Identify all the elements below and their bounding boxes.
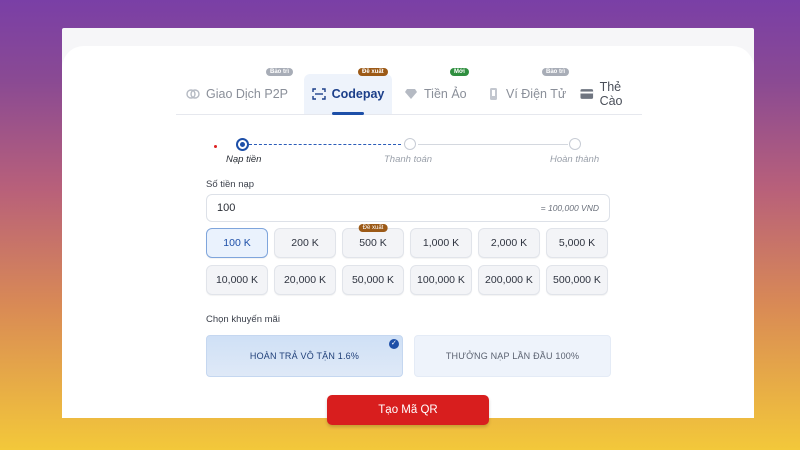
preset-label: 100,000 K xyxy=(417,274,465,286)
preset-2000k[interactable]: 2,000 K xyxy=(478,228,540,258)
p2p-coins-icon xyxy=(186,89,200,99)
recommended-badge: Đề xuất xyxy=(358,68,388,76)
step-complete-label: Hoàn thành xyxy=(550,154,600,165)
tab-ewallet[interactable]: Ví Điện Tử Bảo trì xyxy=(486,68,576,114)
preset-1000k[interactable]: 1,000 K xyxy=(410,228,472,258)
required-marker xyxy=(214,145,217,148)
tab-p2p[interactable]: Giao Dịch P2P Bảo trì xyxy=(186,68,298,114)
preset-50000k[interactable]: 50,000 K xyxy=(342,265,404,295)
preset-5000k[interactable]: 5,000 K xyxy=(546,228,608,258)
maintenance-badge: Bảo trì xyxy=(542,68,570,76)
recommended-badge: Đề xuất xyxy=(358,224,388,232)
preset-label: 20,000 K xyxy=(283,274,327,286)
preset-10000k[interactable]: 10,000 K xyxy=(206,265,268,295)
promo-option-label: HOÀN TRẢ VÔ TẬN 1.6% xyxy=(249,351,360,361)
preset-label: 500,000 K xyxy=(553,274,601,286)
maintenance-badge: Bảo trì xyxy=(266,68,294,76)
promo-option-label: THƯỞNG NẠP LẦN ĐẦU 100% xyxy=(445,351,580,361)
preset-label: 5,000 K xyxy=(558,237,596,249)
promo-first-deposit-option[interactable]: THƯỞNG NẠP LẦN ĐẦU 100% xyxy=(414,335,611,377)
preset-label: 1,000 K xyxy=(422,237,460,249)
step-complete-dot xyxy=(569,138,581,150)
tab-codepay[interactable]: Codepay Đề xuất xyxy=(304,68,392,115)
preset-label: 2,000 K xyxy=(490,237,528,249)
tab-crypto[interactable]: Tiền Ảo Mới xyxy=(404,68,474,114)
preset-500000k[interactable]: 500,000 K xyxy=(546,265,608,295)
preset-label: 200 K xyxy=(291,237,319,249)
payment-method-tabs: Giao Dịch P2P Bảo trì Codepay Đề xuất Ti… xyxy=(176,68,642,115)
step-connector xyxy=(418,144,568,145)
amount-label: Số tiền nạp xyxy=(206,179,255,190)
preset-100000k[interactable]: 100,000 K xyxy=(410,265,472,295)
step-deposit-dot xyxy=(236,138,249,151)
check-icon: ✓ xyxy=(389,339,399,349)
tab-label: Ví Điện Tử xyxy=(506,87,567,101)
preset-label: 100 K xyxy=(223,237,251,249)
qr-scan-icon xyxy=(311,88,326,100)
tab-label: Tiền Ảo xyxy=(424,87,467,101)
card-icon xyxy=(580,89,594,99)
preset-200k[interactable]: 200 K xyxy=(274,228,336,258)
promo-cashback-option[interactable]: HOÀN TRẢ VÔ TẬN 1.6% ✓ xyxy=(206,335,403,377)
amount-conversion: = 100,000 VND xyxy=(540,203,599,213)
step-payment-label: Thanh toán xyxy=(384,154,433,165)
preset-label: 500 K xyxy=(359,237,387,249)
tab-scratch-card[interactable]: Thẻ Cào xyxy=(580,74,646,114)
step-connector xyxy=(249,144,401,145)
deposit-card: Giao Dịch P2P Bảo trì Codepay Đề xuất Ti… xyxy=(62,46,754,425)
tab-label: Codepay xyxy=(331,87,385,101)
promo-label: Chọn khuyến mãi xyxy=(206,314,280,325)
page-background-panel: Giao Dịch P2P Bảo trì Codepay Đề xuất Ti… xyxy=(62,28,754,425)
tab-label: Thẻ Cào xyxy=(599,80,623,108)
amount-input[interactable]: 100 = 100,000 VND xyxy=(206,194,610,222)
preset-500k[interactable]: Đề xuất 500 K xyxy=(342,224,404,258)
diamond-icon xyxy=(405,89,417,99)
phone-wallet-icon xyxy=(490,88,497,100)
new-badge: Mới xyxy=(450,68,469,76)
preset-200000k[interactable]: 200,000 K xyxy=(478,265,540,295)
preset-label: 50,000 K xyxy=(351,274,395,286)
amount-value: 100 xyxy=(217,202,236,214)
create-qr-button[interactable]: Tạo Mã QR xyxy=(327,395,489,425)
preset-label: 10,000 K xyxy=(215,274,259,286)
step-payment-dot xyxy=(404,138,416,150)
preset-label: 200,000 K xyxy=(485,274,533,286)
active-tab-indicator xyxy=(332,112,364,115)
tab-label: Giao Dịch P2P xyxy=(206,87,288,101)
preset-100k[interactable]: 100 K xyxy=(206,228,268,258)
progress-stepper: Nạp tiền Thanh toán Hoàn thành xyxy=(212,138,612,178)
preset-20000k[interactable]: 20,000 K xyxy=(274,265,336,295)
step-deposit-label: Nạp tiền xyxy=(226,154,262,165)
